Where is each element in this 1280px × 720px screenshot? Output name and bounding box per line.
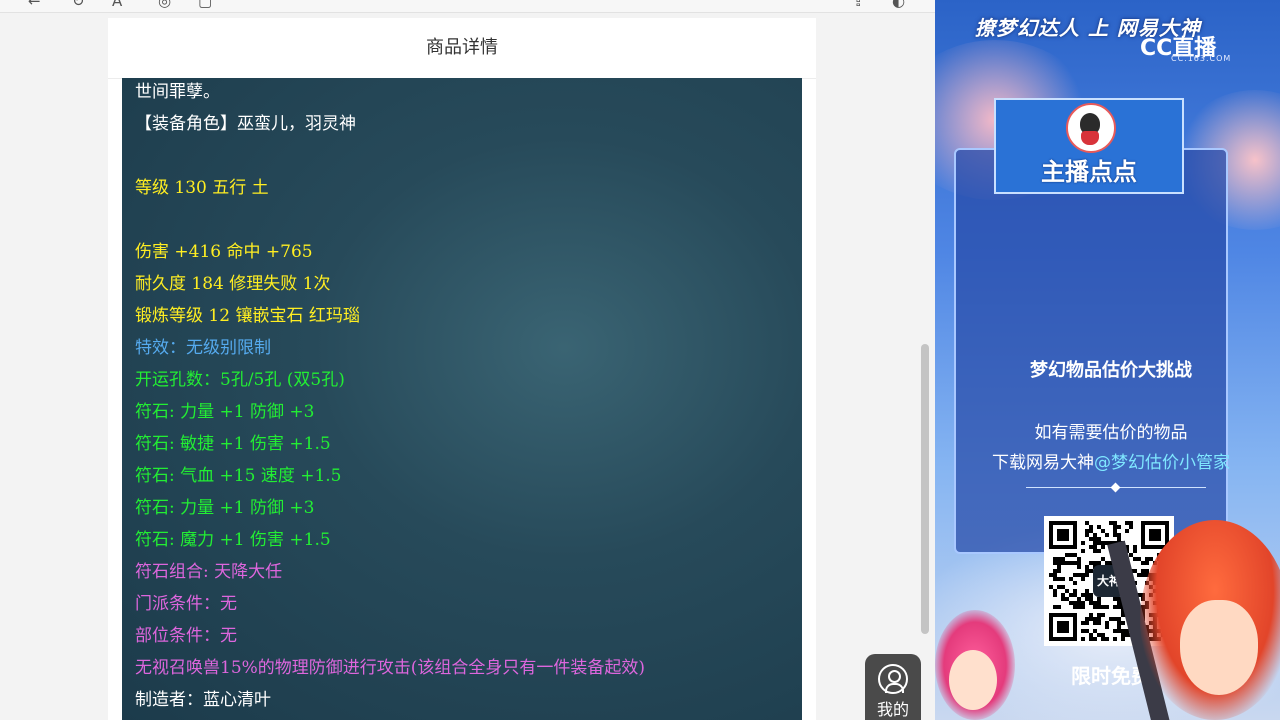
detail-line: 符石组合: 天降大任 <box>135 562 283 582</box>
item-detail-panel: 世间罪孽。【装备角色】巫蛮儿，羽灵神 等级 130 五行 土伤害 +416 命中 … <box>122 78 802 720</box>
anchor-name: 主播点点 <box>1041 158 1137 186</box>
promo-line-1: 如有需要估价的物品 <box>1034 423 1188 443</box>
my-button[interactable]: 我的 <box>865 654 921 720</box>
refresh-icon[interactable]: ↻ <box>72 0 85 9</box>
browser-toolbar: ← ↻ A ◎ ▢ ⇪ ◐ <box>0 0 935 13</box>
page-title: 商品详情 <box>108 18 816 79</box>
detail-line: 世间罪孽。 <box>135 82 220 102</box>
detail-line: 符石: 气血 +15 速度 +1.5 <box>135 466 342 486</box>
person-icon <box>878 664 908 694</box>
ad-banner[interactable]: 撩梦幻达人 上 网易大神 CC直播 CC.163.COM 梦幻物品估价大挑战 如… <box>935 0 1280 720</box>
settings-icon[interactable]: ◐ <box>892 0 905 9</box>
promo-line-2: 下载网易大神@梦幻估价小管家 <box>956 448 1266 473</box>
divider-diamond-icon <box>1110 482 1121 493</box>
promo-mention: @梦幻估价小管家 <box>1094 453 1230 473</box>
character-face <box>949 650 997 710</box>
detail-line: 无视召唤兽15%的物理防御进行攻击(该组合全身只有一件装备起效) <box>135 658 646 678</box>
promo-card: 梦幻物品估价大挑战 如有需要估价的物品 下载网易大神@梦幻估价小管家 大神 限时… <box>954 148 1230 688</box>
anchor-header: 主播点点 <box>994 98 1184 194</box>
share-icon[interactable]: ⇪ <box>852 0 865 9</box>
detail-line: 【装备角色】巫蛮儿，羽灵神 <box>135 114 356 134</box>
detail-line: 符石: 力量 +1 防御 +3 <box>135 498 315 518</box>
avatar <box>1066 103 1116 153</box>
detail-line: 符石: 敏捷 +1 伤害 +1.5 <box>135 434 331 454</box>
back-icon[interactable]: ← <box>28 0 41 9</box>
detail-line: 门派条件：无 <box>135 594 237 614</box>
detail-line: 部位条件：无 <box>135 626 237 646</box>
detail-line: 符石: 力量 +1 防御 +3 <box>135 402 315 422</box>
scrollbar[interactable] <box>921 344 929 634</box>
detail-line: 制造者：蓝心清叶 <box>135 690 271 710</box>
detail-line: 符石: 魔力 +1 伤害 +1.5 <box>135 530 331 550</box>
screenshot-icon[interactable]: ◎ <box>158 0 171 9</box>
detail-line: 开运孔数：5孔/5孔 (双5孔) <box>135 370 345 390</box>
promo-headline: 梦幻物品估价大挑战 <box>1030 360 1192 381</box>
text-size-icon[interactable]: A <box>112 0 122 9</box>
promo-line-2-prefix: 下载网易大神 <box>992 453 1094 473</box>
product-page: 商品详情 世间罪孽。【装备角色】巫蛮儿，羽灵神 等级 130 五行 土伤害 +41… <box>108 18 816 720</box>
copy-icon[interactable]: ▢ <box>198 0 212 9</box>
detail-line: 等级 130 五行 土 <box>135 178 269 198</box>
cc-url: CC.163.COM <box>1171 54 1232 63</box>
detail-line: 锻炼等级 12 镶嵌宝石 红玛瑙 <box>135 306 360 326</box>
detail-line: 耐久度 184 修理失败 1次 <box>135 274 331 294</box>
detail-line: 特效：无级别限制 <box>135 338 271 358</box>
detail-line: 伤害 +416 命中 +765 <box>135 242 313 262</box>
my-button-label: 我的 <box>876 700 909 719</box>
character-face <box>1180 600 1258 695</box>
